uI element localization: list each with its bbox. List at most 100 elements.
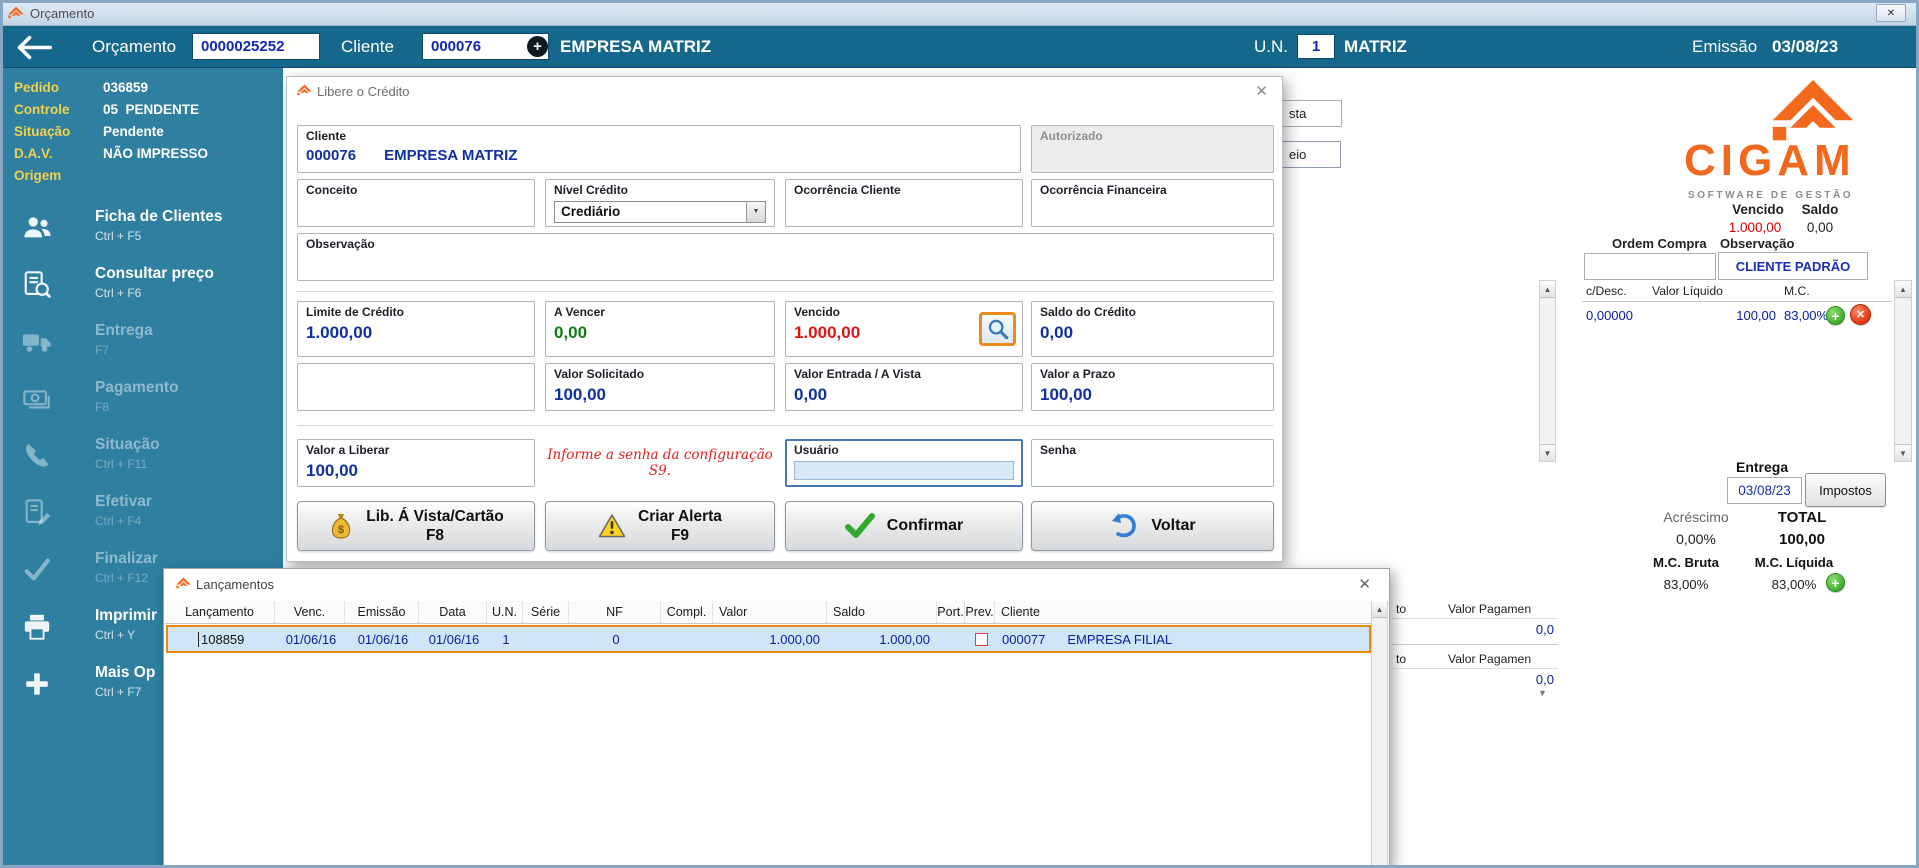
- senha-hint: Informe a senha da configuração S9.: [547, 447, 773, 479]
- grid-col-mc: M.C.: [1784, 284, 1810, 298]
- observacao-value-box: CLIENTE PADRÃO: [1718, 252, 1868, 280]
- grid-col-valor-liquido: Valor Líquido: [1652, 284, 1723, 298]
- ocorrencia-cliente-field[interactable]: Ocorrência Cliente: [785, 179, 1023, 227]
- svg-text:$: $: [338, 524, 344, 536]
- cell-emissao: 01/06/16: [357, 631, 409, 647]
- cliente-value: 000076 EMPRESA MATRIZ: [306, 146, 518, 164]
- rp-vencido-label: Vencido: [1732, 202, 1784, 217]
- total-value: 100,00: [1779, 531, 1825, 548]
- ordem-compra-label: Ordem Compra: [1612, 236, 1707, 251]
- scroll-down-icon[interactable]: ▼: [1895, 444, 1911, 461]
- conceito-field[interactable]: Conceito: [297, 179, 535, 227]
- close-icon[interactable]: ✕: [1876, 4, 1906, 22]
- nivel-credito-select[interactable]: Crediário ▼: [554, 200, 766, 223]
- usuario-input[interactable]: [794, 460, 1014, 480]
- ocorrencia-financeira-label: Ocorrência Financeira: [1040, 183, 1167, 197]
- saldo-credito-value: 0,00: [1040, 322, 1074, 342]
- right-grid-vscrollbar[interactable]: ▲ ▼: [1894, 280, 1912, 462]
- cell-data: 01/06/16: [428, 631, 480, 647]
- divider: [1392, 644, 1558, 645]
- add-item-icon[interactable]: +: [1826, 306, 1845, 325]
- orcamento-number-field[interactable]: 0000025252: [192, 33, 320, 60]
- cell-compl: [662, 627, 714, 651]
- sidebar-item-pagamento[interactable]: Pagamento F8: [0, 371, 283, 428]
- limite-credito-group: Limite de Crédito 1.000,00: [297, 301, 535, 357]
- partial-field-vista: sta: [1276, 100, 1342, 127]
- back-arrow-icon[interactable]: [14, 34, 54, 61]
- window-title: Orçamento: [30, 6, 95, 21]
- usuario-label: Usuário: [794, 443, 839, 457]
- criar-alerta-button[interactable]: Criar Alerta F9: [545, 501, 775, 551]
- cliente-label: Cliente: [306, 129, 347, 143]
- usuario-group: Usuário: [785, 439, 1023, 487]
- cliente-label: Cliente: [341, 37, 394, 56]
- saldo-credito-label: Saldo do Crédito: [1040, 305, 1136, 319]
- scroll-up-icon[interactable]: ▲: [1372, 601, 1387, 618]
- impostos-button[interactable]: Impostos: [1805, 473, 1886, 507]
- scroll-down-icon[interactable]: ▼: [1540, 444, 1555, 461]
- nivel-credito-label: Nível Crédito: [554, 183, 629, 197]
- table-row[interactable]: 108859 01/06/16 01/06/16 01/06/16 1 0 1.…: [166, 625, 1371, 653]
- info-pedido-value: 036859: [103, 80, 149, 95]
- rp-saldo-value: 0,00: [1806, 220, 1834, 235]
- voltar-button[interactable]: Voltar: [1031, 501, 1274, 551]
- sidebar-item-consultar-preco[interactable]: Consultar preço Ctrl + F6: [0, 257, 283, 314]
- close-icon[interactable]: ✕: [1358, 575, 1371, 593]
- remove-item-icon[interactable]: ✕: [1850, 304, 1871, 325]
- cell-lancamento: 108859: [168, 627, 276, 651]
- prev-checkbox[interactable]: [974, 632, 988, 646]
- cell-prev: [966, 627, 996, 651]
- check-icon: [844, 513, 875, 538]
- grid-vscrollbar[interactable]: ▲ ▼: [1539, 280, 1556, 462]
- money-icon: [23, 390, 50, 409]
- lancamentos-vscrollbar[interactable]: ▲: [1371, 601, 1388, 867]
- undo-arrow-icon: [1112, 513, 1137, 538]
- observacao-field[interactable]: Observação: [297, 233, 1274, 281]
- sidebar-item-ficha-clientes[interactable]: Ficha de Clientes Ctrl + F5: [0, 200, 283, 257]
- info-situacao-value: Pendente: [103, 124, 164, 139]
- scroll-down-icon[interactable]: ▼: [1538, 688, 1547, 698]
- ocorrencia-cliente-label: Ocorrência Cliente: [794, 183, 901, 197]
- scroll-up-icon[interactable]: ▲: [1540, 281, 1555, 298]
- limite-credito-label: Limite de Crédito: [306, 305, 405, 319]
- sidebar-item-efetivar[interactable]: Efetivar Ctrl + F4: [0, 485, 283, 542]
- a-vencer-value: 0,00: [554, 322, 588, 342]
- valor-prazo-group: Valor a Prazo 100,00: [1031, 363, 1274, 411]
- entrega-date-field[interactable]: 03/08/23: [1727, 477, 1802, 504]
- scroll-up-icon[interactable]: ▲: [1895, 281, 1911, 298]
- lancamentos-header-row: Lançamento Venc. Emissão Data U.N. Série…: [165, 601, 1372, 624]
- partial-field-meio: eio: [1276, 141, 1341, 168]
- mc-bruta-label: M.C. Bruta: [1653, 555, 1719, 570]
- cliente-name: EMPRESA MATRIZ: [560, 37, 712, 56]
- cell-cliente: 000077 EMPRESA FILIAL: [1002, 631, 1173, 647]
- mc-plus-icon[interactable]: +: [1826, 573, 1845, 592]
- conceito-label: Conceito: [306, 183, 358, 197]
- un-field[interactable]: 1: [1297, 34, 1335, 59]
- info-dav-value: NÃO IMPRESSO: [103, 146, 209, 161]
- ordem-compra-input[interactable]: [1584, 253, 1716, 280]
- rp-vencido-value: 1.000,00: [1728, 220, 1782, 235]
- orcamento-window: Orçamento ✕ Orçamento 0000025252 Cliente…: [0, 0, 1919, 868]
- cell-un: 1: [502, 631, 510, 647]
- close-icon[interactable]: ✕: [1255, 82, 1268, 100]
- autorizado-label: Autorizado: [1040, 129, 1103, 143]
- chevron-down-icon[interactable]: ▼: [746, 201, 765, 222]
- info-origem-label: Origem: [14, 168, 62, 183]
- add-cliente-icon[interactable]: +: [527, 36, 548, 57]
- grid-val-cdesc: 0,00000: [1586, 308, 1633, 323]
- lib-vista-cartao-button[interactable]: $ Lib. Á Vista/Cartão F8: [297, 501, 535, 551]
- cell-valor: 1.000,00: [769, 631, 820, 647]
- vencido-detail-button[interactable]: [979, 312, 1016, 346]
- entrega-label: Entrega: [1736, 459, 1789, 475]
- phone-icon: [25, 444, 49, 467]
- senha-field[interactable]: Senha: [1031, 439, 1274, 487]
- plus-icon: [26, 673, 48, 695]
- grid-val-liquido: 100,00: [1736, 308, 1776, 323]
- sidebar-item-entrega[interactable]: Entrega F7: [0, 314, 283, 371]
- ocorrencia-financeira-field[interactable]: Ocorrência Financeira: [1031, 179, 1274, 227]
- info-controle-value: 05 PENDENTE: [103, 102, 200, 117]
- search-doc-icon: [24, 271, 52, 299]
- confirmar-button[interactable]: Confirmar: [785, 501, 1023, 551]
- autorizado-group: Autorizado: [1031, 125, 1274, 173]
- sidebar-item-situacao[interactable]: Situação Ctrl + F11: [0, 428, 283, 485]
